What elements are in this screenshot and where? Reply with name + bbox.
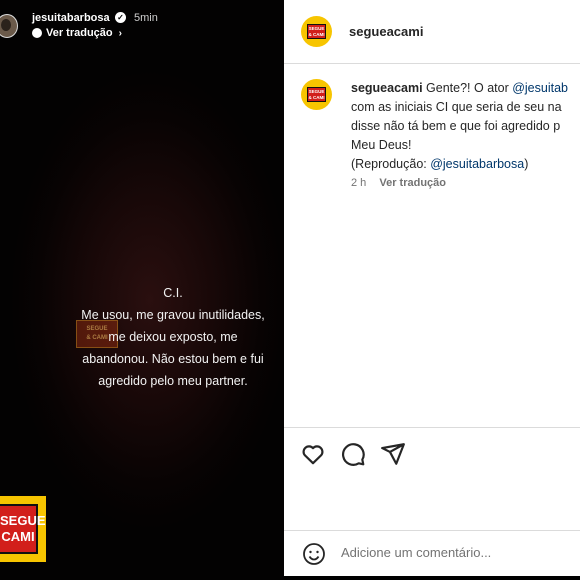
caption-line: Meu Deus! [351,138,412,152]
story-translate-button[interactable]: Ver tradução › [32,27,122,39]
caption-text: (Reprodução: [351,157,431,171]
brand-logo-text: CAMI [1,529,35,544]
story-time: 5min [134,12,158,24]
caption: segueacami Gente?! O ator @jesuitab com … [351,79,580,174]
comment-icon[interactable] [340,441,366,467]
story-text-line: C.I. [163,286,183,300]
avatar-logo: SEGUE & CAMI [307,87,326,102]
story-text-line: me deixou exposto, me [108,330,238,344]
caption-text: Gente?! O ator [422,81,513,95]
chevron-right-icon: › [118,27,122,39]
avatar-text: & CAMI [308,32,325,37]
comment-input[interactable]: Adicione um comentário... [341,545,491,560]
story-translate-label: Ver tradução [46,27,113,39]
story-media: jesuitabarbosa ✓ 5min Ver tradução › SEG… [0,0,284,580]
post-panel: SEGUE & CAMI segueacami SEGUE & CAMI seg… [284,0,580,576]
globe-icon [32,28,42,38]
heart-icon[interactable] [300,441,326,467]
brand-logo-text: SEGUE [0,513,46,528]
translate-button[interactable]: Ver tradução [379,177,446,189]
share-icon[interactable] [380,441,406,467]
post-header: SEGUE & CAMI segueacami [284,0,580,64]
caption-mention[interactable]: @jesuitabarbosa [430,157,524,171]
story-text-line: Me usou, me gravou inutilidades, [81,308,265,322]
avatar[interactable]: SEGUE & CAMI [301,16,332,47]
avatar-text: & CAMI [308,95,325,100]
brand-logo: SEGUE CAMI [0,496,46,562]
story-text-line: agredido pelo meu partner. [98,374,248,388]
avatar-logo: SEGUE & CAMI [307,24,326,39]
comment-avatar[interactable]: SEGUE & CAMI [301,79,332,110]
story-avatar[interactable] [0,14,18,38]
story-header: jesuitabarbosa ✓ 5min Ver tradução › [0,8,284,44]
header-username[interactable]: segueacami [349,24,423,39]
caption-meta: 2 h Ver tradução [351,177,446,189]
caption-text: ) [524,157,529,171]
caption-mention[interactable]: @jesuitab [512,81,568,95]
brand-logo-tile: SEGUE CAMI [0,504,46,554]
caption-line: com as iniciais CI que seria de seu na [351,100,562,114]
action-bar [284,427,580,480]
post-time: 2 h [351,177,367,189]
verified-icon: ✓ [115,12,126,23]
emoji-icon[interactable] [302,542,326,566]
story-text-line: abandonou. Não estou bem e fui [82,352,264,366]
add-comment-bar: Adicione um comentário... [284,530,580,577]
caption-username[interactable]: segueacami [351,81,423,95]
caption-line: disse não tá bem e que foi agredido p [351,119,561,133]
story-username[interactable]: jesuitabarbosa [32,12,110,24]
story-text: C.I. Me usou, me gravou inutilidades, me… [68,282,278,392]
